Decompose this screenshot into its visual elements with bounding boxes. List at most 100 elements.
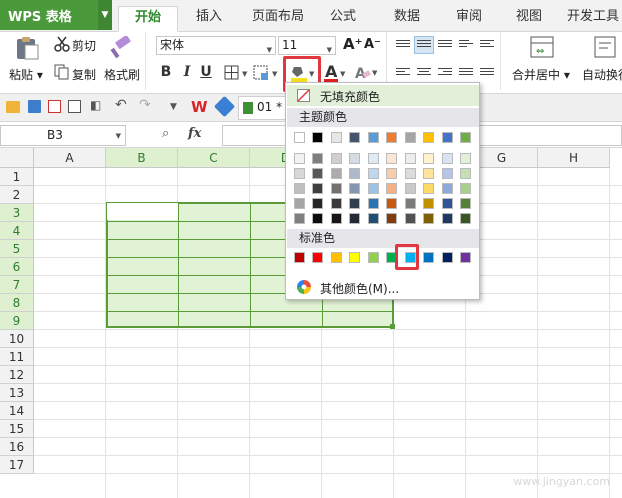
- theme-shade-swatch[interactable]: [331, 168, 342, 179]
- theme-color-swatch[interactable]: [423, 132, 434, 143]
- align-right-icon[interactable]: [438, 68, 452, 79]
- theme-shade-swatch[interactable]: [368, 183, 379, 194]
- column-header-b[interactable]: B: [106, 148, 178, 168]
- app-menu-arrow-icon[interactable]: ▼: [98, 0, 112, 30]
- row-header-13[interactable]: 13: [0, 384, 34, 402]
- theme-shade-swatch[interactable]: [405, 153, 416, 164]
- customize-qat-icon[interactable]: ▼: [170, 102, 177, 112]
- align-bottom-icon[interactable]: [438, 40, 452, 51]
- theme-color-swatch[interactable]: [331, 132, 342, 143]
- cut-button[interactable]: 剪切: [72, 37, 96, 54]
- font-name-select[interactable]: 宋体 ▼: [156, 36, 276, 55]
- theme-shade-swatch[interactable]: [349, 153, 360, 164]
- cell-style-button[interactable]: ▼: [253, 65, 281, 81]
- tab-developer[interactable]: 开发工具: [562, 6, 622, 32]
- row-header-7[interactable]: 7: [0, 276, 34, 294]
- tab-formulas[interactable]: 公式: [320, 6, 366, 32]
- standard-color-swatch[interactable]: [294, 252, 305, 263]
- tab-page-layout[interactable]: 页面布局: [240, 6, 316, 32]
- tab-insert[interactable]: 插入: [184, 6, 234, 32]
- select-all-corner[interactable]: [0, 148, 34, 168]
- row-header-3[interactable]: 3: [0, 204, 34, 222]
- column-header-h[interactable]: H: [538, 148, 610, 168]
- theme-color-swatch[interactable]: [386, 132, 397, 143]
- cloud-cube-icon[interactable]: [213, 95, 236, 118]
- theme-shade-swatch[interactable]: [442, 183, 453, 194]
- row-header-16[interactable]: 16: [0, 438, 34, 456]
- theme-shade-swatch[interactable]: [460, 153, 471, 164]
- theme-shade-swatch[interactable]: [331, 198, 342, 209]
- theme-color-swatch[interactable]: [442, 132, 453, 143]
- more-colors-item[interactable]: 其他颜色(M)...: [287, 276, 479, 298]
- theme-shade-swatch[interactable]: [442, 198, 453, 209]
- copy-icon[interactable]: [54, 64, 70, 80]
- row-header-1[interactable]: 1: [0, 168, 34, 186]
- clear-format-button[interactable]: A ▼: [354, 64, 380, 82]
- redo-icon[interactable]: ↷: [139, 97, 151, 113]
- theme-shade-swatch[interactable]: [460, 213, 471, 224]
- theme-shade-swatch[interactable]: [331, 213, 342, 224]
- row-header-5[interactable]: 5: [0, 240, 34, 258]
- fill-handle[interactable]: [390, 324, 395, 329]
- orientation-icon[interactable]: [459, 40, 473, 51]
- row-header-2[interactable]: 2: [0, 186, 34, 204]
- theme-shade-swatch[interactable]: [423, 213, 434, 224]
- bold-button[interactable]: B: [158, 64, 174, 80]
- theme-shade-swatch[interactable]: [423, 198, 434, 209]
- theme-shade-swatch[interactable]: [331, 153, 342, 164]
- increase-font-button[interactable]: A⁺: [343, 35, 363, 53]
- theme-shade-swatch[interactable]: [368, 198, 379, 209]
- standard-color-swatch[interactable]: [331, 252, 342, 263]
- row-header-6[interactable]: 6: [0, 258, 34, 276]
- theme-shade-swatch[interactable]: [294, 168, 305, 179]
- theme-shade-swatch[interactable]: [460, 183, 471, 194]
- theme-color-swatch[interactable]: [294, 132, 305, 143]
- justify-icon[interactable]: [459, 68, 473, 79]
- auto-wrap-button[interactable]: 自动换行: [582, 66, 622, 83]
- theme-shade-swatch[interactable]: [386, 153, 397, 164]
- open-folder-icon[interactable]: [6, 101, 20, 113]
- print-icon[interactable]: [68, 100, 81, 113]
- theme-shade-swatch[interactable]: [423, 183, 434, 194]
- theme-shade-swatch[interactable]: [312, 213, 323, 224]
- row-header-12[interactable]: 12: [0, 366, 34, 384]
- standard-color-swatch[interactable]: [423, 252, 434, 263]
- theme-shade-swatch[interactable]: [405, 213, 416, 224]
- row-header-9[interactable]: 9: [0, 312, 34, 330]
- app-menu-button[interactable]: WPS 表格 ▼: [0, 0, 112, 30]
- theme-shade-swatch[interactable]: [294, 153, 305, 164]
- standard-color-swatch[interactable]: [312, 252, 323, 263]
- tab-data[interactable]: 数据: [384, 6, 430, 32]
- borders-button[interactable]: ▼: [224, 65, 250, 81]
- theme-shade-swatch[interactable]: [349, 198, 360, 209]
- row-header-15[interactable]: 15: [0, 420, 34, 438]
- document-tab[interactable]: 01 *: [238, 96, 288, 120]
- align-top-icon[interactable]: [396, 40, 410, 51]
- standard-color-swatch[interactable]: [349, 252, 360, 263]
- decrease-font-button[interactable]: A⁻: [364, 37, 381, 52]
- theme-shade-swatch[interactable]: [294, 183, 305, 194]
- theme-shade-swatch[interactable]: [386, 168, 397, 179]
- font-color-button[interactable]: A ▼: [323, 62, 349, 84]
- theme-shade-swatch[interactable]: [331, 183, 342, 194]
- theme-shade-swatch[interactable]: [349, 213, 360, 224]
- tab-home[interactable]: 开始: [118, 6, 178, 32]
- format-painter-icon[interactable]: [110, 35, 134, 60]
- theme-shade-swatch[interactable]: [294, 198, 305, 209]
- standard-color-swatch[interactable]: [442, 252, 453, 263]
- theme-shade-swatch[interactable]: [460, 168, 471, 179]
- theme-shade-swatch[interactable]: [294, 213, 305, 224]
- theme-color-swatch[interactable]: [349, 132, 360, 143]
- no-fill-item[interactable]: 无填充颜色: [287, 85, 479, 106]
- auto-wrap-icon[interactable]: [594, 36, 616, 58]
- font-size-select[interactable]: 11 ▼: [278, 36, 336, 55]
- theme-shade-swatch[interactable]: [405, 183, 416, 194]
- theme-color-swatch[interactable]: [405, 132, 416, 143]
- underline-button[interactable]: U: [198, 64, 214, 80]
- theme-shade-swatch[interactable]: [386, 198, 397, 209]
- row-header-11[interactable]: 11: [0, 348, 34, 366]
- zoom-magnifier-icon[interactable]: ⌕: [162, 126, 169, 141]
- theme-color-swatch[interactable]: [460, 132, 471, 143]
- column-header-a[interactable]: A: [34, 148, 106, 168]
- paste-button[interactable]: 粘贴 ▾: [9, 66, 43, 83]
